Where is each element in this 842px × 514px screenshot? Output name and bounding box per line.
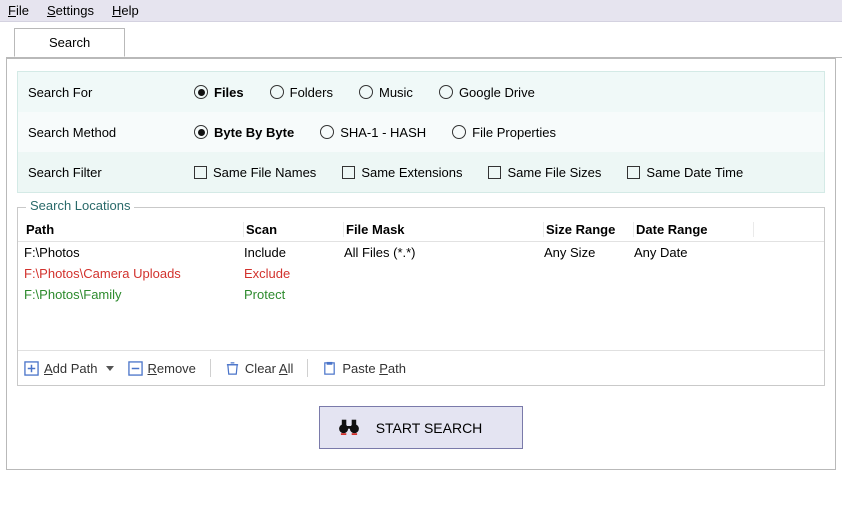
row-search-method: Search Method Byte By Byte SHA-1 - HASH …: [18, 112, 824, 152]
radio-label: File Properties: [472, 125, 556, 140]
cell-spacer: [754, 266, 818, 281]
start-wrap: START SEARCH: [17, 386, 825, 455]
cell-mask: All Files (*.*): [344, 245, 544, 260]
checkbox-icon: [194, 166, 207, 179]
cell-mask: [344, 287, 544, 302]
radio-label: Files: [214, 85, 244, 100]
menubar: File Settings Help: [0, 0, 842, 22]
radio-icon: [270, 85, 284, 99]
cell-size: [544, 266, 634, 281]
checkbox-label: Same File Names: [213, 165, 316, 180]
check-same-file-names[interactable]: Same File Names: [194, 165, 316, 180]
check-same-file-sizes[interactable]: Same File Sizes: [488, 165, 601, 180]
checkbox-label: Same Date Time: [646, 165, 743, 180]
radio-icon: [359, 85, 373, 99]
cell-date: [634, 287, 754, 302]
chevron-down-icon: [106, 366, 114, 371]
checkbox-label: Same File Sizes: [507, 165, 601, 180]
check-same-extensions[interactable]: Same Extensions: [342, 165, 462, 180]
radio-files[interactable]: Files: [194, 85, 244, 100]
checkbox-icon: [488, 166, 501, 179]
cell-scan: Protect: [244, 287, 344, 302]
locations-toolbar: Add Path Remove Clear All: [18, 350, 824, 385]
table-row[interactable]: F:\Photos\Camera UploadsExclude: [18, 263, 824, 284]
radio-icon: [320, 125, 334, 139]
radio-icon: [194, 125, 208, 139]
radio-label: Folders: [290, 85, 333, 100]
row-search-for: Search For Files Folders Music Google Dr…: [18, 72, 824, 112]
cell-spacer: [754, 245, 818, 260]
cell-path: F:\Photos\Family: [24, 287, 244, 302]
cell-size: [544, 287, 634, 302]
clear-all-button[interactable]: Clear All: [225, 361, 293, 376]
locations-header: Path Scan File Mask Size Range Date Rang…: [18, 218, 824, 242]
cell-scan: Exclude: [244, 266, 344, 281]
radio-folders[interactable]: Folders: [270, 85, 333, 100]
cell-size: Any Size: [544, 245, 634, 260]
menu-help[interactable]: Help: [112, 3, 139, 18]
col-size-range[interactable]: Size Range: [544, 222, 634, 237]
radio-sha1[interactable]: SHA-1 - HASH: [320, 125, 426, 140]
radio-label: SHA-1 - HASH: [340, 125, 426, 140]
search-locations-fieldset: Search Locations Path Scan File Mask Siz…: [17, 207, 825, 386]
radio-label: Byte By Byte: [214, 125, 294, 140]
cell-date: [634, 266, 754, 281]
cell-path: F:\Photos: [24, 245, 244, 260]
tab-search[interactable]: Search: [14, 28, 125, 57]
paste-path-button[interactable]: Paste Path: [322, 361, 406, 376]
separator: [307, 359, 308, 377]
radio-byte-by-byte[interactable]: Byte By Byte: [194, 125, 294, 140]
minus-icon: [128, 361, 143, 376]
remove-button[interactable]: Remove: [128, 361, 196, 376]
check-same-date-time[interactable]: Same Date Time: [627, 165, 743, 180]
criteria-block: Search For Files Folders Music Google Dr…: [17, 71, 825, 193]
radio-icon: [194, 85, 208, 99]
table-row[interactable]: F:\Photos\FamilyProtect: [18, 284, 824, 305]
cell-date: Any Date: [634, 245, 754, 260]
col-file-mask[interactable]: File Mask: [344, 222, 544, 237]
radio-file-properties[interactable]: File Properties: [452, 125, 556, 140]
cell-scan: Include: [244, 245, 344, 260]
label-search-filter: Search Filter: [24, 165, 194, 180]
checkbox-icon: [342, 166, 355, 179]
start-search-button[interactable]: START SEARCH: [319, 406, 524, 449]
cell-mask: [344, 266, 544, 281]
search-panel: Search For Files Folders Music Google Dr…: [6, 58, 836, 470]
radio-icon: [439, 85, 453, 99]
col-date-range[interactable]: Date Range: [634, 222, 754, 237]
radio-label: Music: [379, 85, 413, 100]
locations-body: F:\PhotosIncludeAll Files (*.*)Any SizeA…: [18, 242, 824, 350]
separator: [210, 359, 211, 377]
label-search-method: Search Method: [24, 125, 194, 140]
radio-music[interactable]: Music: [359, 85, 413, 100]
legend-search-locations: Search Locations: [26, 198, 134, 213]
table-row[interactable]: F:\PhotosIncludeAll Files (*.*)Any SizeA…: [18, 242, 824, 263]
radio-label: Google Drive: [459, 85, 535, 100]
col-path[interactable]: Path: [24, 222, 244, 237]
row-search-filter: Search Filter Same File Names Same Exten…: [18, 152, 824, 192]
trash-icon: [225, 361, 240, 376]
col-scan[interactable]: Scan: [244, 222, 344, 237]
menu-settings[interactable]: Settings: [47, 3, 94, 18]
cell-path: F:\Photos\Camera Uploads: [24, 266, 244, 281]
clipboard-icon: [322, 361, 337, 376]
checkbox-icon: [627, 166, 640, 179]
menu-file[interactable]: File: [8, 3, 29, 18]
label-search-for: Search For: [24, 85, 194, 100]
binoculars-icon: [338, 417, 360, 438]
tabstrip: Search: [6, 28, 842, 58]
radio-google-drive[interactable]: Google Drive: [439, 85, 535, 100]
col-spacer: [754, 222, 818, 237]
plus-icon: [24, 361, 39, 376]
cell-spacer: [754, 287, 818, 302]
radio-icon: [452, 125, 466, 139]
checkbox-label: Same Extensions: [361, 165, 462, 180]
add-path-button[interactable]: Add Path: [24, 361, 114, 376]
